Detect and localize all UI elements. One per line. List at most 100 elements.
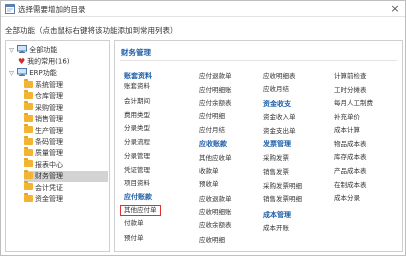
tree-node-erp[interactable]: ▽ ERP功能 [8, 68, 57, 79]
function-item[interactable]: 产品成本表 [334, 167, 367, 176]
tree-item[interactable]: 采购管理 [24, 101, 108, 114]
window-title: 选择需要增加的目录 [18, 5, 86, 14]
tree-node-label: ERP功能 [29, 69, 57, 77]
folder-icon [24, 101, 33, 111]
tree-item[interactable]: 销售管理 [24, 112, 108, 125]
folder-icon [24, 192, 33, 202]
function-item[interactable]: 应付明细账 [199, 86, 232, 95]
tree-item[interactable]: 仓库管理 [24, 89, 108, 102]
function-item[interactable]: 应收月结 [263, 85, 289, 94]
computer-icon [17, 68, 28, 76]
function-item[interactable]: 应收明细账 [199, 208, 232, 217]
function-item[interactable]: 采购发票明细 [263, 182, 302, 191]
section-header: 成本管理 [263, 211, 291, 219]
tree-item-label: 采购管理 [35, 103, 63, 112]
tree-item[interactable]: 质量管理 [24, 146, 108, 159]
tree-node-label: 全部功能 [29, 46, 58, 54]
tree-item-label: 销售管理 [35, 115, 63, 124]
folder-icon [24, 181, 33, 191]
tree-node-favorites[interactable]: ♥ 我的常用(16) [18, 56, 70, 67]
function-item[interactable]: 销售发票明细 [263, 195, 302, 204]
function-item[interactable]: 分录类型 [124, 124, 150, 133]
function-item[interactable]: 应收明细 [199, 236, 225, 245]
computer-icon [17, 45, 28, 53]
section-header: 发票管理 [263, 140, 291, 148]
function-item[interactable]: 预收单 [199, 180, 219, 189]
instruction-text: 全部功能（点击鼠标右键将该功能添加到常用列表） [5, 26, 178, 35]
section-header: 应付账款 [124, 193, 152, 201]
function-item[interactable]: 应付明细 [199, 112, 225, 121]
function-item[interactable]: 项目资料 [124, 179, 150, 188]
window-icon [5, 4, 15, 14]
section-header: 应收账款 [199, 140, 227, 148]
title-bar: 选择需要增加的目录 × [1, 1, 405, 17]
function-item[interactable]: 工时分摊表 [334, 86, 367, 95]
function-item[interactable]: 会计期间 [124, 97, 150, 106]
folder-icon [24, 146, 33, 156]
folder-icon [24, 124, 33, 134]
function-item[interactable]: 在制成本表 [334, 181, 367, 190]
function-item[interactable]: 销售发票 [263, 168, 289, 177]
tree-item-label: 财务管理 [35, 172, 63, 181]
function-item[interactable]: 应付退款单 [199, 72, 232, 81]
function-item[interactable]: 库存成本表 [334, 153, 367, 162]
tree-item-label: 质量管理 [35, 149, 63, 158]
tree-node-root[interactable]: ▽ 全部功能 [8, 45, 57, 56]
function-item[interactable]: 每月人工制费 [334, 99, 373, 108]
tree-item[interactable]: 生产管理 [24, 124, 108, 137]
function-item[interactable]: 应付月结 [199, 126, 225, 135]
panel-title: 财务管理 [121, 48, 151, 57]
tree-node-label: 我的常用(16) [27, 57, 70, 66]
function-item[interactable]: 资金支出单 [263, 127, 296, 136]
function-item[interactable]: 应收退款单 [199, 195, 232, 204]
tree-item-label: 系统管理 [35, 81, 63, 89]
folder-icon [24, 112, 33, 122]
tree-item-label: 会计凭证 [35, 183, 63, 192]
function-item[interactable]: 应付余额表 [199, 99, 232, 108]
dialog-window: 选择需要增加的目录 × 全部功能（点击鼠标右键将该功能添加到常用列表） ▽ 全部… [0, 0, 406, 256]
function-item[interactable]: 采购发票 [263, 154, 289, 163]
function-item[interactable]: 成本分录 [334, 194, 360, 203]
function-item[interactable]: 付款单 [124, 219, 144, 228]
function-item[interactable]: 补充单价 [334, 113, 360, 122]
tree-item-label: 生产管理 [35, 126, 63, 135]
function-item[interactable]: 应收明细表 [263, 72, 296, 81]
function-item[interactable]: 账套资料 [124, 82, 150, 91]
function-item[interactable]: 其他应付单 [120, 205, 161, 216]
function-tree[interactable]: ▽ 全部功能 ♥ 我的常用(16) ▽ ERP功能 系统管理 仓库管理 采购管理销售管… [5, 40, 110, 252]
tree-item[interactable]: 系统管理 [24, 78, 108, 91]
function-item[interactable]: 应收余额表 [199, 221, 232, 230]
function-item[interactable]: 计算前检查 [334, 72, 367, 81]
tree-item[interactable]: 条码管理 [24, 135, 108, 148]
function-item[interactable]: 分录管理 [124, 152, 150, 161]
tree-item-label: 条码管理 [35, 138, 63, 146]
function-item[interactable]: 其他应收单 [199, 154, 232, 163]
close-button[interactable]: × [389, 3, 401, 15]
function-item[interactable]: 收款单 [199, 167, 219, 176]
tree-item-label: 资金管理 [35, 195, 63, 203]
section-header: 资金收支 [263, 100, 291, 108]
section-header: 账套资料 [124, 72, 152, 80]
function-item[interactable]: 凭证管理 [124, 166, 150, 175]
tree-item[interactable]: 会计凭证 [24, 181, 108, 194]
tree-item[interactable]: 资金管理 [24, 192, 108, 205]
tree-item[interactable]: 报表中心 [24, 158, 108, 171]
function-item[interactable]: 成本计算 [334, 126, 360, 135]
expand-toggle-icon[interactable]: ▽ [8, 68, 15, 79]
function-item[interactable]: 物品成本表 [334, 140, 367, 149]
function-item[interactable]: 成本开账 [263, 224, 289, 233]
expand-toggle-icon[interactable]: ▽ [8, 45, 15, 56]
tree-item-label: 报表中心 [35, 160, 63, 169]
function-item[interactable]: 预付单 [124, 234, 144, 243]
panel-divider [120, 60, 397, 61]
folder-icon [24, 169, 33, 179]
heart-icon: ♥ [18, 57, 26, 66]
function-item[interactable]: 资金收入单 [263, 113, 296, 122]
folder-icon [24, 135, 33, 145]
function-item[interactable]: 费用类型 [124, 111, 150, 120]
function-item[interactable]: 分录流程 [124, 138, 150, 147]
folder-icon [24, 158, 33, 168]
folder-icon [24, 89, 33, 99]
tree-item[interactable]: 财务管理 [24, 169, 108, 183]
folder-icon [24, 78, 33, 88]
